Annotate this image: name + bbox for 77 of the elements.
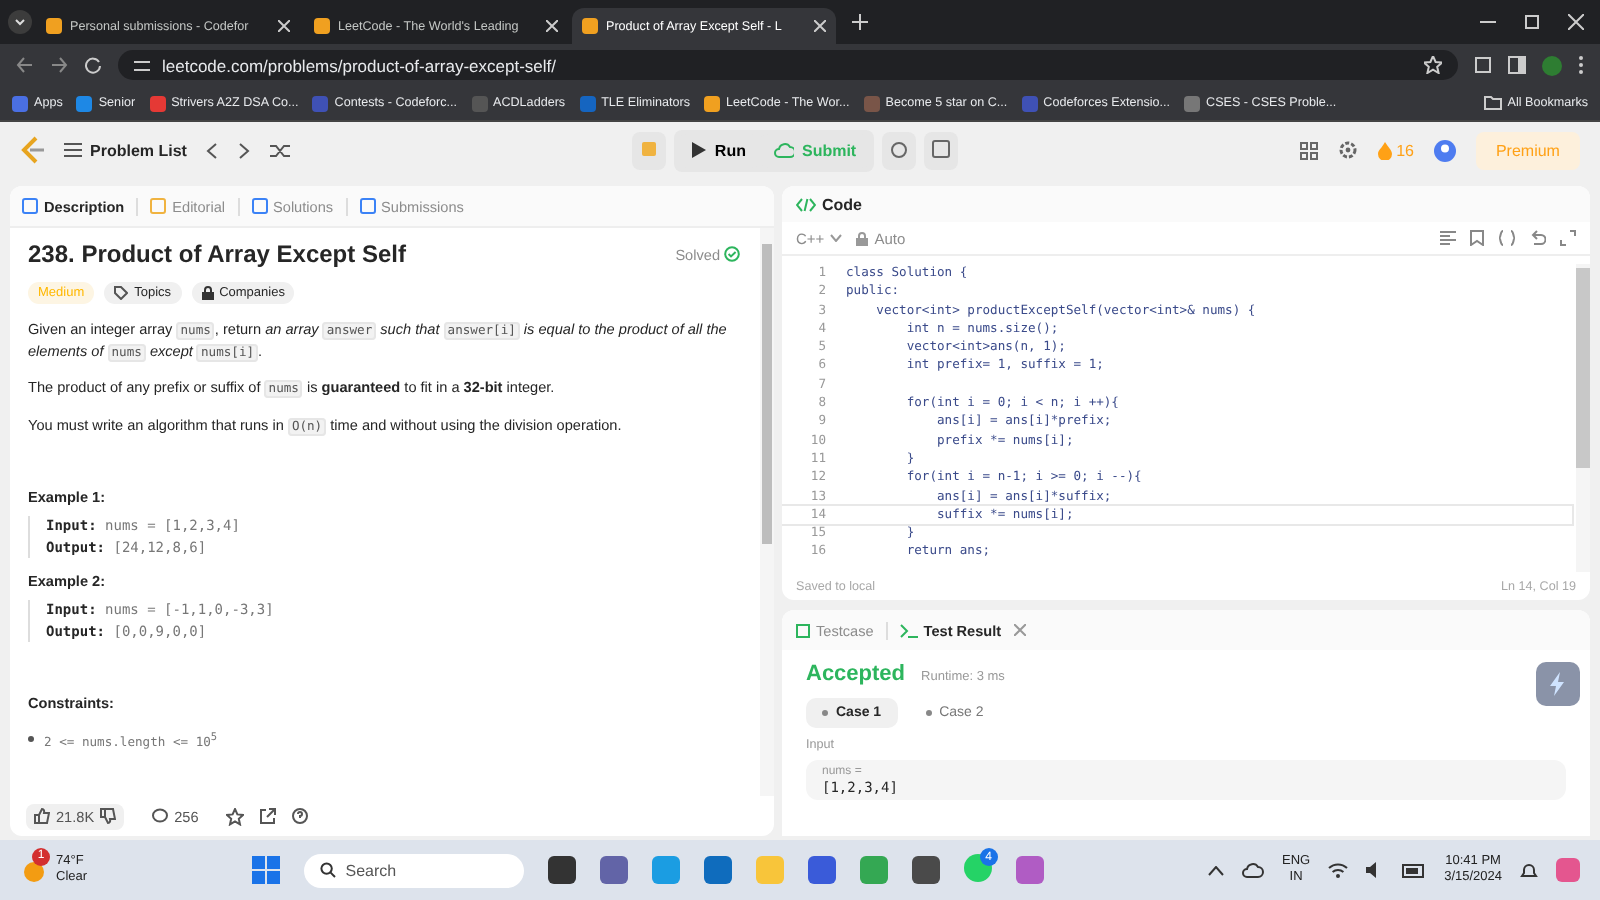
start-icon[interactable] <box>251 856 280 884</box>
favicon-icon <box>46 18 62 34</box>
settings-icon[interactable] <box>1338 140 1359 160</box>
tag-icon <box>114 286 129 300</box>
floating-button[interactable] <box>1536 662 1580 706</box>
lightning-icon <box>1546 672 1570 696</box>
expand-icon[interactable] <box>1560 230 1576 246</box>
problem-list-button[interactable]: Problem List <box>64 141 187 159</box>
thumbs-up-icon <box>34 808 50 824</box>
favicon-icon <box>471 95 488 111</box>
help-icon[interactable] <box>292 808 309 824</box>
back-icon[interactable] <box>16 56 34 74</box>
site-info-icon[interactable] <box>134 57 150 73</box>
share-icon[interactable] <box>260 808 277 824</box>
favicon-icon <box>1021 95 1038 111</box>
list-icon <box>64 142 82 158</box>
format-icon[interactable] <box>1440 230 1456 246</box>
close-icon[interactable] <box>546 20 558 32</box>
check-circle-icon <box>724 246 740 262</box>
favicon-icon <box>314 18 330 34</box>
comment-icon <box>152 808 169 824</box>
favicon-icon <box>863 95 880 111</box>
more-icon[interactable] <box>1578 56 1584 74</box>
favicon-icon <box>76 95 93 111</box>
streak-count: 16 <box>1396 141 1414 159</box>
lock-icon <box>201 286 214 300</box>
chevron-down-icon <box>830 234 843 242</box>
terminal-icon <box>899 623 918 637</box>
thumbs-down-icon[interactable] <box>100 808 117 824</box>
battery-icon[interactable] <box>1402 863 1427 877</box>
favicon-icon <box>1184 95 1201 111</box>
cloud-icon[interactable] <box>1241 862 1264 878</box>
chevron-up-icon[interactable] <box>1207 865 1224 875</box>
chevron-left-icon[interactable] <box>206 141 219 159</box>
avatar-icon[interactable] <box>1433 139 1456 161</box>
shuffle-icon[interactable] <box>270 141 291 159</box>
plus-icon[interactable] <box>852 14 868 30</box>
verdict: Accepted <box>806 662 906 686</box>
panel-title: Code <box>822 195 862 213</box>
play-icon <box>692 142 707 158</box>
lock-icon[interactable] <box>856 231 869 245</box>
favicon-icon <box>12 95 28 111</box>
close-icon[interactable] <box>278 20 290 32</box>
layout-icon[interactable] <box>1300 141 1319 159</box>
sidebar-icon[interactable] <box>1508 56 1526 74</box>
tab-search-icon[interactable] <box>8 10 32 34</box>
forward-icon[interactable] <box>50 56 68 74</box>
bullet-icon <box>925 710 932 716</box>
chevron-right-icon[interactable] <box>238 141 251 159</box>
checkbox-icon <box>796 623 810 637</box>
close-icon[interactable] <box>814 20 826 32</box>
favicon-icon <box>149 95 166 111</box>
sun-icon <box>20 856 48 884</box>
address-bar[interactable]: leetcode.com/problems/product-of-array-except-self/ <box>118 50 1458 80</box>
code-icon <box>796 197 816 211</box>
bookmark-icon[interactable] <box>1470 230 1484 246</box>
cloud-upload-icon <box>773 142 794 158</box>
favicon-icon <box>579 95 596 111</box>
wifi-icon[interactable] <box>1328 862 1349 878</box>
search-icon <box>319 862 336 878</box>
scrollbar[interactable] <box>1576 264 1590 572</box>
fire-icon <box>1378 141 1393 159</box>
favicon-icon <box>704 95 721 111</box>
reload-icon[interactable] <box>84 56 102 74</box>
bullet-icon <box>28 736 34 743</box>
favicon-icon <box>312 95 329 111</box>
search-field[interactable]: Search <box>303 853 524 887</box>
braces-icon[interactable] <box>1498 230 1516 246</box>
restore-icon[interactable] <box>1524 14 1540 30</box>
star-icon[interactable] <box>226 807 245 825</box>
favicon-icon <box>582 18 598 34</box>
scrollbar[interactable] <box>760 228 774 796</box>
close-icon[interactable] <box>1568 14 1584 30</box>
undo-icon[interactable] <box>1530 230 1546 246</box>
bullet-icon <box>822 710 828 716</box>
problem-title: 238. Product of Array Except Self <box>28 240 408 268</box>
bell-icon[interactable] <box>1520 861 1538 879</box>
